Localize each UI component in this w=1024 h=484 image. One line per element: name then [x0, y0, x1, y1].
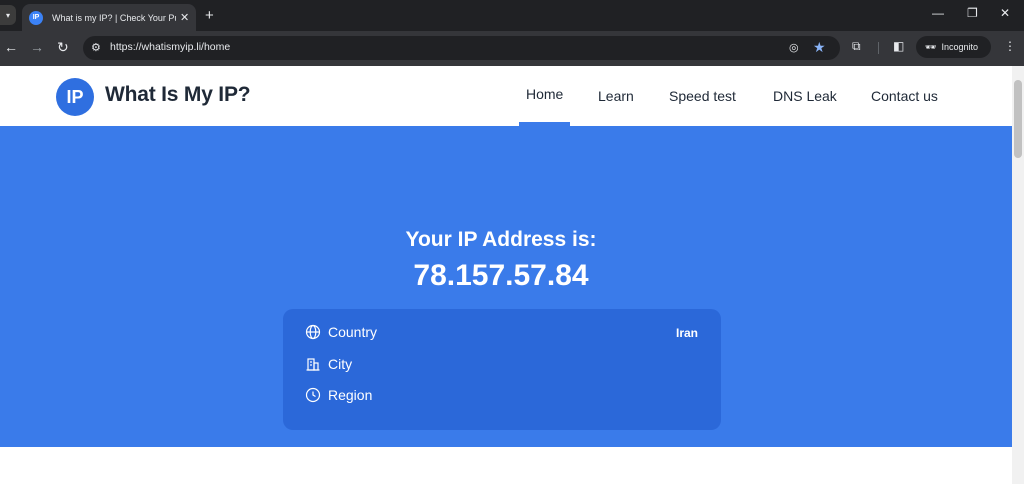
browser-tab[interactable]: IP What is my IP? | Check Your Pul ✕ [22, 4, 196, 31]
page: IP What Is My IP? Home Learn Speed test … [0, 66, 1012, 484]
country-row: Country [305, 324, 377, 340]
nav-contact-us[interactable]: Contact us [871, 88, 938, 104]
url-text: https://whatismyip.li/home [110, 41, 231, 53]
nav-speed-test[interactable]: Speed test [669, 88, 736, 104]
bookmark-star-icon[interactable]: ★ [813, 39, 826, 56]
page-scrollbar[interactable] [1012, 66, 1024, 484]
incognito-badge[interactable]: 🕶 Incognito [916, 36, 991, 58]
chevron-down-icon: ▾ [5, 10, 10, 20]
back-icon[interactable]: ← [4, 39, 18, 55]
city-label: City [328, 356, 353, 372]
close-icon[interactable]: ✕ [180, 11, 189, 24]
building-icon [306, 358, 320, 371]
extensions-icon[interactable]: ⧉ [852, 39, 861, 54]
ip-details-card: Country Iran City Region [283, 309, 721, 430]
country-label: Country [328, 324, 378, 340]
ip-address: 78.157.57.84 [413, 259, 589, 292]
tab-search-button[interactable]: ▾ [0, 5, 16, 25]
nav-learn[interactable]: Learn [598, 88, 634, 104]
new-tab-icon[interactable]: + [205, 7, 214, 24]
address-bar[interactable]: ⚙ https://whatismyip.li/home ◎ ★ [83, 36, 840, 60]
more-menu-icon[interactable]: ⋮ [1004, 39, 1016, 53]
eye-slash-icon[interactable]: ◎ [789, 41, 799, 54]
tab-title: What is my IP? | Check Your Pul [52, 12, 176, 23]
site-info-icon[interactable]: ⚙ [91, 41, 105, 55]
country-value: Iran [675, 326, 698, 340]
nav-dns-leak[interactable]: DNS Leak [773, 88, 837, 104]
hero-section: Your IP Address is: 78.157.57.84 Country… [0, 126, 1012, 447]
reload-icon[interactable]: ↻ [57, 39, 69, 56]
browser-tab-strip: ▾ IP What is my IP? | Check Your Pul ✕ +… [0, 0, 1024, 31]
site-brand[interactable]: What Is My IP? [105, 83, 251, 107]
favicon: IP [29, 10, 43, 25]
clock-icon [305, 387, 321, 403]
city-row: City [305, 356, 352, 372]
incognito-label: Incognito [941, 42, 978, 52]
globe-icon [305, 324, 321, 340]
incognito-icon: 🕶 [925, 41, 937, 52]
side-panel-icon[interactable]: ◧ [893, 39, 904, 53]
minimize-icon[interactable]: — [932, 6, 944, 20]
browser-toolbar: ← → ↻ ⚙ https://whatismyip.li/home ◎ ★ [0, 31, 1024, 66]
nav-home[interactable]: Home [526, 86, 563, 102]
region-label: Region [328, 387, 373, 403]
close-window-icon[interactable]: ✕ [1000, 6, 1010, 20]
hero-title: Your IP Address is: [405, 228, 597, 251]
scrollbar-thumb[interactable] [1014, 80, 1022, 158]
region-row: Region [305, 387, 372, 403]
site-logo[interactable]: IP [56, 78, 94, 116]
toolbar-divider [878, 42, 879, 54]
forward-icon[interactable]: → [30, 39, 44, 55]
site-header: IP What Is My IP? Home Learn Speed test … [0, 66, 1012, 126]
restore-icon[interactable]: ❐ [967, 6, 978, 20]
